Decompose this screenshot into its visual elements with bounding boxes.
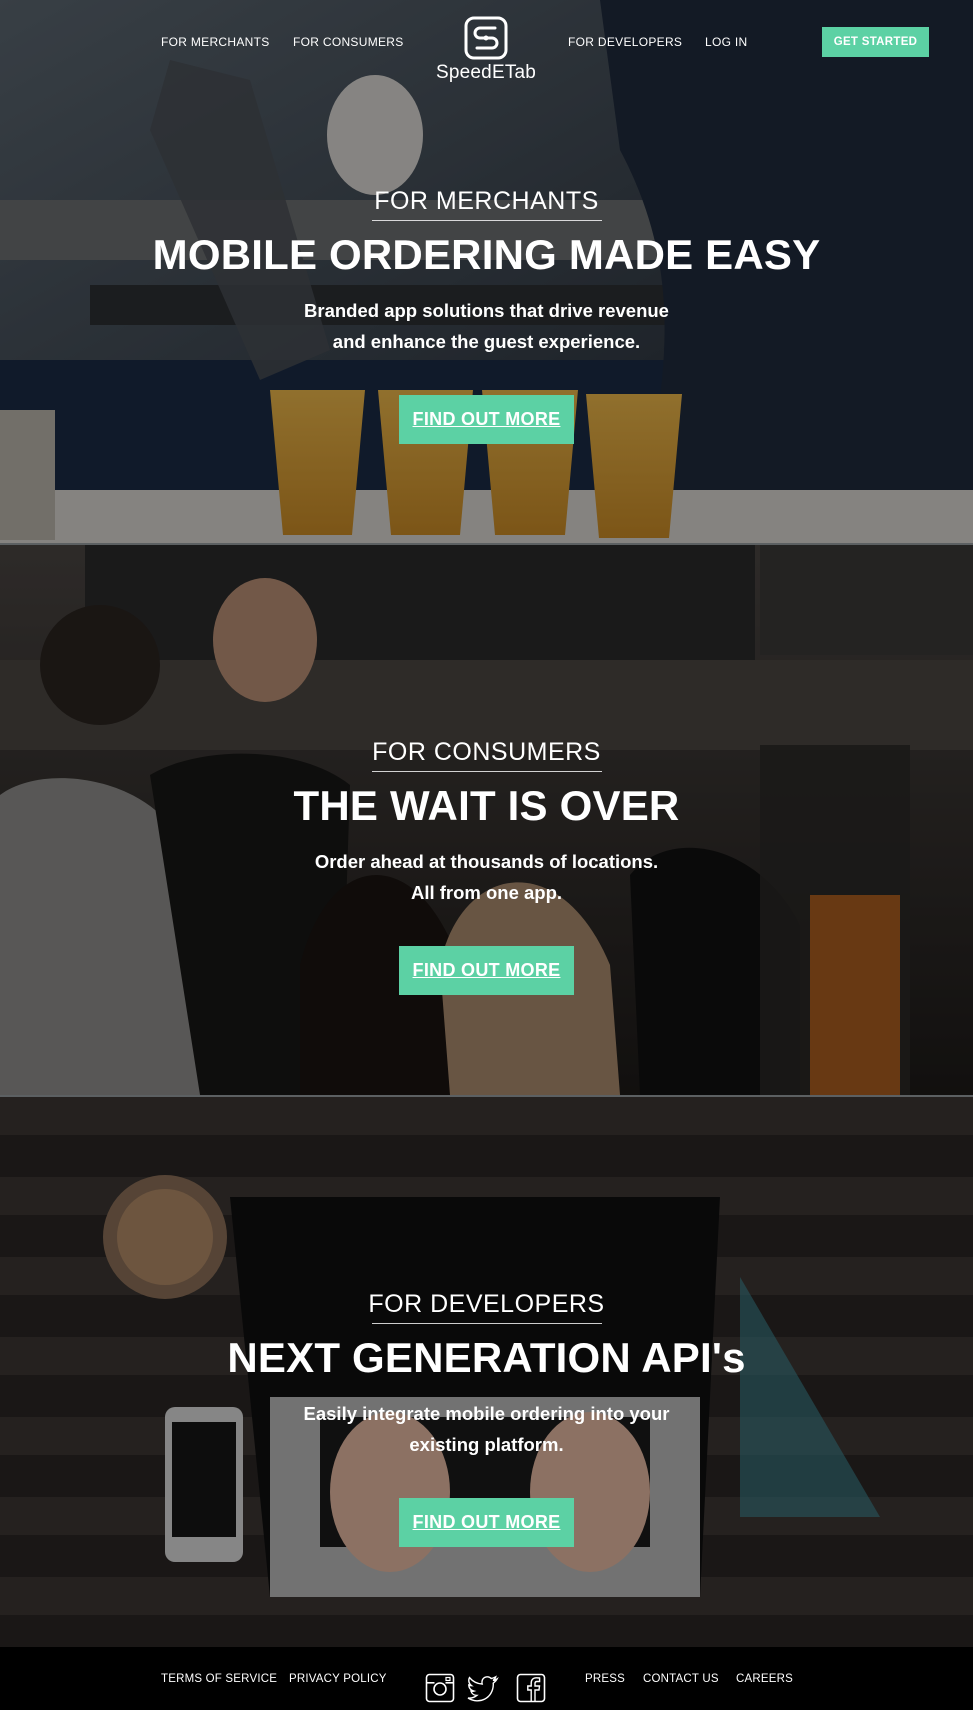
nav-log-in[interactable]: LOG IN xyxy=(705,35,747,49)
consumers-hero: FOR CONSUMERS THE WAIT IS OVER Order ahe… xyxy=(0,545,973,1095)
twitter-icon[interactable] xyxy=(467,1673,499,1706)
instagram-icon[interactable] xyxy=(425,1673,455,1706)
merchants-headline: MOBILE ORDERING MADE EASY xyxy=(152,231,821,278)
get-started-button[interactable]: GET STARTED xyxy=(822,27,929,57)
footer-privacy-link[interactable]: PRIVACY POLICY xyxy=(289,1673,387,1685)
merchants-rule xyxy=(371,220,602,221)
developers-subtitle: Easily integrate mobile ordering into yo… xyxy=(0,1398,973,1460)
consumers-subtitle: Order ahead at thousands of locations. A… xyxy=(0,846,973,908)
merchants-subtitle-line1: Branded app solutions that drive revenue xyxy=(304,300,669,321)
logo-mark-icon xyxy=(464,16,508,60)
merchants-content: FOR MERCHANTS MOBILE ORDERING MADE EASY … xyxy=(0,187,973,444)
consumers-eyebrow: FOR CONSUMERS xyxy=(372,738,601,766)
developers-subtitle-line1: Easily integrate mobile ordering into yo… xyxy=(303,1403,670,1424)
merchants-subtitle-line2: and enhance the guest experience. xyxy=(332,331,641,352)
page: FOR MERCHANTS FOR CONSUMERS SpeedETab FO… xyxy=(0,0,973,1710)
consumers-content: FOR CONSUMERS THE WAIT IS OVER Order ahe… xyxy=(0,738,973,995)
merchants-find-out-more-button[interactable]: FIND OUT MORE xyxy=(398,395,575,444)
logo[interactable]: SpeedETab xyxy=(436,16,536,84)
footer-press-link[interactable]: PRESS xyxy=(585,1673,625,1685)
nav-for-merchants[interactable]: FOR MERCHANTS xyxy=(161,35,270,49)
developers-rule xyxy=(371,1323,602,1324)
developers-content: FOR DEVELOPERS NEXT GENERATION API's Eas… xyxy=(0,1290,973,1547)
nav-for-consumers[interactable]: FOR CONSUMERS xyxy=(293,35,404,49)
developers-find-out-more-button[interactable]: FIND OUT MORE xyxy=(398,1498,575,1547)
logo-text: SpeedETab xyxy=(436,62,537,83)
footer: TERMS OF SERVICE PRIVACY POLICY PRESS CO… xyxy=(0,1647,973,1710)
merchants-eyebrow: FOR MERCHANTS xyxy=(374,187,599,215)
developers-headline: NEXT GENERATION API's xyxy=(227,1334,746,1381)
facebook-icon[interactable] xyxy=(516,1673,546,1706)
consumers-find-out-more-button[interactable]: FIND OUT MORE xyxy=(398,946,575,995)
merchants-subtitle: Branded app solutions that drive revenue… xyxy=(0,295,973,357)
developers-subtitle-line2: existing platform. xyxy=(409,1434,564,1455)
consumers-subtitle-line1: Order ahead at thousands of locations. xyxy=(314,851,659,872)
footer-contact-link[interactable]: CONTACT US xyxy=(643,1673,719,1685)
top-nav: FOR MERCHANTS FOR CONSUMERS SpeedETab FO… xyxy=(0,0,973,86)
footer-careers-link[interactable]: CAREERS xyxy=(736,1673,793,1685)
nav-for-developers[interactable]: FOR DEVELOPERS xyxy=(568,35,682,49)
consumers-subtitle-line2: All from one app. xyxy=(410,882,563,903)
developers-hero: FOR DEVELOPERS NEXT GENERATION API's Eas… xyxy=(0,1097,973,1647)
footer-terms-link[interactable]: TERMS OF SERVICE xyxy=(161,1673,277,1685)
consumers-rule xyxy=(371,771,602,772)
consumers-headline: THE WAIT IS OVER xyxy=(293,782,680,829)
developers-eyebrow: FOR DEVELOPERS xyxy=(368,1290,605,1318)
